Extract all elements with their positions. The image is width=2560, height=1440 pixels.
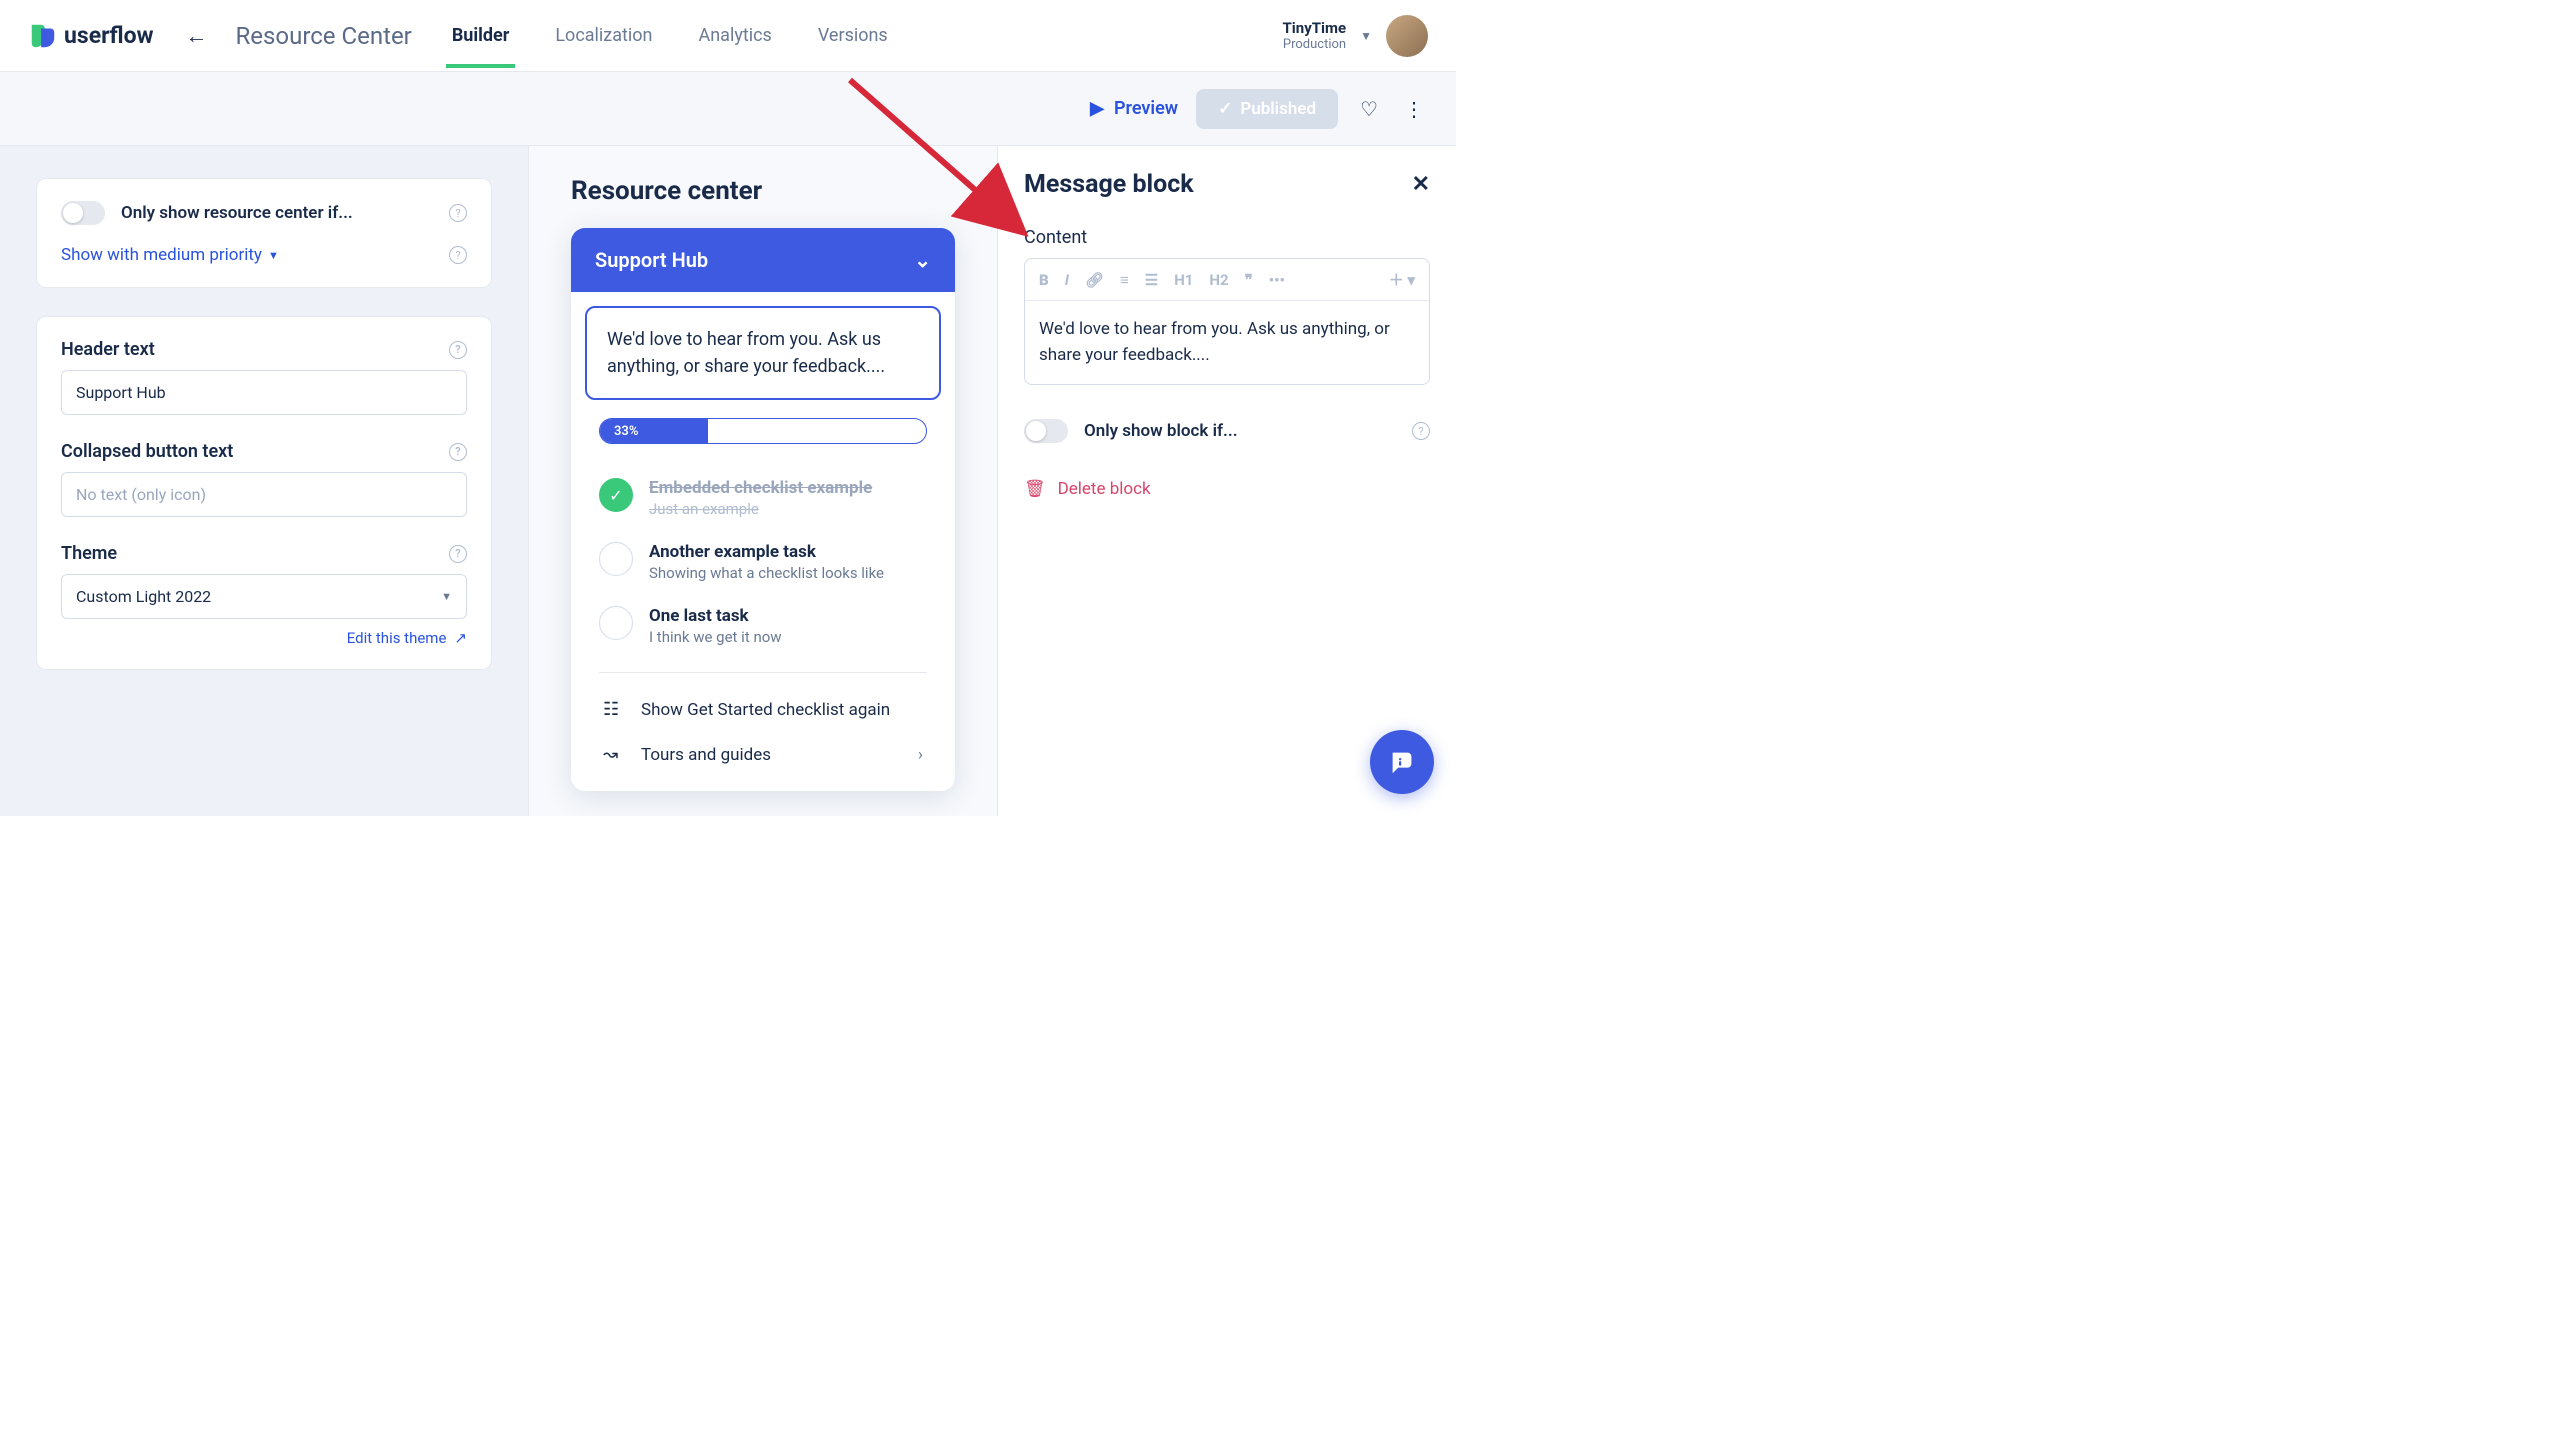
logo-text: userflow <box>64 22 154 49</box>
more-icon[interactable]: ••• <box>1269 271 1285 289</box>
help-icon[interactable]: ? <box>449 341 467 359</box>
published-button[interactable]: ✓ Published <box>1196 89 1338 129</box>
progress-fill: 33% <box>600 419 708 443</box>
external-link-icon: ↗ <box>454 629 467 647</box>
help-bubble-button[interactable] <box>1370 730 1434 794</box>
help-bubble-icon <box>1387 747 1417 777</box>
header-text-label: Header text <box>61 339 155 360</box>
avatar[interactable] <box>1386 15 1428 57</box>
only-show-block-if-label: Only show block if... <box>1084 421 1238 441</box>
link-icon[interactable]: 🔗︎ <box>1085 271 1104 289</box>
close-icon[interactable]: ✕ <box>1412 172 1430 197</box>
show-checklist-again-link[interactable]: ☷ Show Get Started checklist again <box>585 687 941 732</box>
logo-icon <box>28 21 58 51</box>
tab-builder[interactable]: Builder <box>452 3 510 68</box>
logo[interactable]: userflow <box>28 21 154 51</box>
lightbulb-icon[interactable]: ♡︎ <box>1356 97 1382 121</box>
check-circle-icon <box>599 606 633 640</box>
ordered-list-icon[interactable]: ≡ <box>1120 271 1129 289</box>
resource-center-header[interactable]: Support Hub ⌄ <box>571 228 955 292</box>
checklist-item[interactable]: Another example task Showing what a chec… <box>599 530 927 594</box>
delete-block-button[interactable]: 🗑︎ Delete block <box>1024 479 1430 499</box>
h2-icon[interactable]: H2 <box>1209 271 1228 289</box>
tours-guides-link[interactable]: ↝ Tours and guides › <box>585 732 941 777</box>
add-icon[interactable]: ＋ ▾ <box>1389 269 1415 290</box>
check-icon: ✓ <box>1218 99 1232 119</box>
workspace-env: Production <box>1283 37 1347 52</box>
message-block[interactable]: We'd love to hear from you. Ask us anyth… <box>585 306 941 400</box>
progress-bar: 33% <box>599 418 927 444</box>
h1-icon[interactable]: H1 <box>1174 271 1193 289</box>
help-icon[interactable]: ? <box>449 443 467 461</box>
preview-button[interactable]: ▶ Preview <box>1090 98 1178 119</box>
back-arrow-icon[interactable]: ← <box>186 23 208 49</box>
content-editor: B I 🔗︎ ≡ ☰ H1 H2 ❞ ••• ＋ ▾ We'd love to … <box>1024 258 1430 385</box>
theme-select[interactable]: Custom Light 2022 ▼ <box>61 574 467 619</box>
help-icon[interactable]: ? <box>449 246 467 264</box>
resource-center-title: Resource center <box>571 176 955 206</box>
checklist-item[interactable]: One last task I think we get it now <box>599 594 927 658</box>
chevron-down-icon: ▼ <box>268 249 279 262</box>
check-circle-icon <box>599 542 633 576</box>
workspace-name: TinyTime <box>1283 19 1347 37</box>
quote-icon[interactable]: ❞ <box>1245 271 1253 289</box>
italic-icon[interactable]: I <box>1065 271 1069 289</box>
collapsed-text-label: Collapsed button text <box>61 441 233 462</box>
theme-label: Theme <box>61 543 117 564</box>
tab-analytics[interactable]: Analytics <box>698 3 771 68</box>
only-show-if-toggle[interactable] <box>61 201 105 225</box>
only-show-if-label: Only show resource center if... <box>121 203 353 223</box>
only-show-block-if-toggle[interactable] <box>1024 419 1068 443</box>
chevron-down-icon: ▼ <box>1360 29 1372 43</box>
resource-center-card: Support Hub ⌄ We'd love to hear from you… <box>571 228 955 791</box>
chevron-right-icon: › <box>918 745 923 765</box>
check-circle-done-icon: ✓ <box>599 478 633 512</box>
play-icon: ▶ <box>1090 98 1104 119</box>
checklist-item[interactable]: ✓ Embedded checklist example Just an exa… <box>599 466 927 530</box>
priority-dropdown[interactable]: Show with medium priority ▼ <box>61 245 279 265</box>
content-label: Content <box>1024 227 1430 248</box>
edit-theme-link[interactable]: Edit this theme ↗ <box>61 629 467 647</box>
help-icon[interactable]: ? <box>449 204 467 222</box>
content-textarea[interactable]: We'd love to hear from you. Ask us anyth… <box>1025 301 1429 384</box>
route-icon: ↝ <box>603 744 623 765</box>
help-icon[interactable]: ? <box>449 545 467 563</box>
help-icon[interactable]: ? <box>1412 422 1430 440</box>
page-title: Resource Center <box>236 22 412 50</box>
unordered-list-icon[interactable]: ☰ <box>1145 271 1158 289</box>
chevron-down-icon: ▼ <box>441 590 452 603</box>
list-icon: ☷ <box>603 699 623 720</box>
panel-title: Message block <box>1024 170 1194 199</box>
collapsed-text-input[interactable] <box>61 472 467 517</box>
workspace-selector[interactable]: TinyTime Production ▼ <box>1283 15 1428 57</box>
chevron-down-icon: ⌄ <box>914 248 931 272</box>
trash-icon: 🗑︎ <box>1024 479 1046 499</box>
tab-versions[interactable]: Versions <box>818 3 888 68</box>
bold-icon[interactable]: B <box>1039 271 1049 289</box>
more-menu-icon[interactable]: ⋮ <box>1400 97 1428 121</box>
tab-localization[interactable]: Localization <box>555 3 652 68</box>
header-text-input[interactable] <box>61 370 467 415</box>
